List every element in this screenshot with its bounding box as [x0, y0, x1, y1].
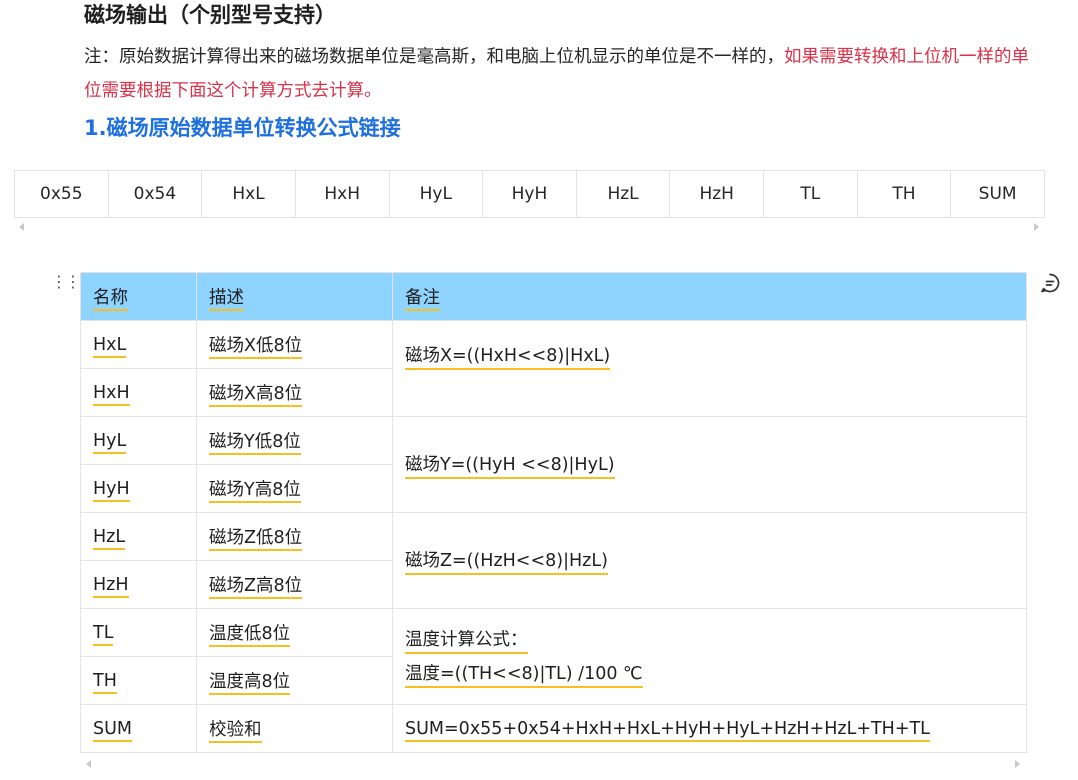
remark-cell: 磁场Z=((HzH<<8)|HzL) [392, 512, 1027, 609]
desc-cell: 磁场X高8位 [196, 368, 393, 417]
name-cell: HyL [80, 416, 197, 465]
desc-cell: 磁场X低8位 [196, 320, 393, 369]
table-header-row: 名称 描述 备注 [80, 272, 1027, 321]
remark-cell: 磁场Y=((HyH <<8)|HyL) [392, 416, 1027, 513]
packet-byte: HzH [669, 170, 764, 218]
scroll-left-icon[interactable] [19, 223, 24, 231]
table-row: SUM 校验和 SUM=0x55+0x54+HxH+HxL+HyH+HyL+Hz… [80, 704, 1027, 753]
desc-cell: 温度高8位 [196, 656, 393, 705]
desc-cell: 校验和 [196, 704, 393, 753]
table-row: HzL 磁场Z低8位 磁场Z=((HzH<<8)|HzL) [80, 512, 1027, 609]
column-header: 描述 [196, 272, 393, 321]
remark-cell: 磁场X=((HxH<<8)|HxL) [392, 320, 1027, 417]
packet-format-table: 0x55 0x54 HxL HxH HyL HyH HzL HzH TL TH … [14, 170, 1045, 218]
packet-byte: HyL [388, 170, 484, 218]
table-row: HxL 磁场X低8位 磁场X=((HxH<<8)|HxL) [80, 320, 1027, 417]
desc-cell: 磁场Y低8位 [196, 416, 393, 465]
packet-byte: TH [856, 170, 952, 218]
remark-temp-title: 温度计算公式： [405, 629, 528, 654]
packet-byte: 0x55 [14, 170, 109, 218]
remark-cell: SUM=0x55+0x54+HxH+HxL+HyH+HyL+HzH+HzL+TH… [392, 704, 1027, 753]
formula-link-heading[interactable]: 1.磁场原始数据单位转换公式链接 [84, 112, 401, 144]
packet-byte: HxH [294, 170, 390, 218]
comment-icon[interactable] [1039, 272, 1061, 298]
remark-y: 磁场Y=((HyH <<8)|HyL) [405, 454, 615, 479]
table-row: HyL 磁场Y低8位 磁场Y=((HyH <<8)|HyL) [80, 416, 1027, 513]
name-cell: TL [80, 608, 197, 657]
desc-cell: 磁场Y高8位 [196, 464, 393, 513]
column-header: 备注 [392, 272, 1027, 321]
packet-byte: SUM [950, 170, 1045, 218]
name-cell: HzH [80, 560, 197, 609]
scroll-left-icon[interactable] [86, 760, 91, 768]
desc-cell: 磁场Z低8位 [196, 512, 393, 561]
scroll-right-icon[interactable] [1034, 223, 1039, 231]
name-cell: TH [80, 656, 197, 705]
packet-byte: HxL [201, 170, 296, 218]
column-header: 名称 [80, 272, 197, 321]
section-heading: 磁场输出（个别型号支持） [84, 3, 336, 27]
name-cell: HyH [80, 464, 197, 513]
name-cell: SUM [80, 704, 197, 753]
packet-byte: HzL [575, 170, 671, 218]
remark-sum: SUM=0x55+0x54+HxH+HxL+HyH+HyL+HzH+HzL+TH… [405, 718, 930, 742]
name-cell: HxL [80, 320, 197, 369]
scroll-right-icon[interactable] [1015, 760, 1020, 768]
remark-temp-formula: 温度=((TH<<8)|TL) /100 ℃ [405, 663, 643, 688]
packet-byte: HyH [482, 170, 577, 218]
unit-note: 注：原始数据计算得出来的磁场数据单位是毫高斯，和电脑上位机显示的单位是不一样的，… [84, 40, 1034, 108]
packet-byte: TL [763, 170, 858, 218]
remark-cell: 温度计算公式： 温度=((TH<<8)|TL) /100 ℃ [392, 608, 1027, 705]
desc-cell: 温度低8位 [196, 608, 393, 657]
packet-byte: 0x54 [107, 170, 203, 218]
name-cell: HxH [80, 368, 197, 417]
packet-row: 0x55 0x54 HxL HxH HyL HyH HzL HzH TL TH … [14, 170, 1045, 218]
field-description-table: 名称 描述 备注 HxL 磁场X低8位 磁场X=((HxH<<8)|HxL) H… [80, 272, 1027, 753]
name-cell: HzL [80, 512, 197, 561]
table-row: TL 温度低8位 温度计算公式： 温度=((TH<<8)|TL) /100 ℃ [80, 608, 1027, 705]
remark-z: 磁场Z=((HzH<<8)|HzL) [405, 550, 608, 575]
drag-handle-icon[interactable]: ⋮⋮ [51, 274, 81, 290]
desc-cell: 磁场Z高8位 [196, 560, 393, 609]
unit-note-text: 注：原始数据计算得出来的磁场数据单位是毫高斯，和电脑上位机显示的单位是不一样的， [84, 47, 784, 67]
remark-x: 磁场X=((HxH<<8)|HxL) [405, 345, 611, 370]
